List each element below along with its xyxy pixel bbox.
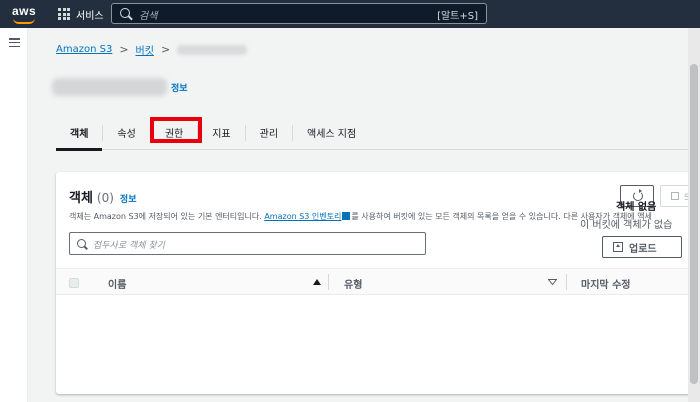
main-content: Amazon S3 > 버킷 > 정보 객체 속성 권한 지표 관리 액세스 지… bbox=[28, 28, 700, 402]
bucket-tabs: 객체 속성 권한 지표 관리 액세스 지점 bbox=[56, 116, 700, 151]
column-separator bbox=[566, 274, 567, 290]
search-placeholder: 검색 bbox=[139, 11, 158, 22]
services-grid-icon[interactable] bbox=[58, 8, 70, 20]
aws-smile-icon bbox=[13, 18, 35, 24]
search-shortcut-hint: [알트+S] bbox=[437, 11, 478, 22]
upload-icon bbox=[613, 242, 623, 252]
objects-panel-title: 객체 (0) 정보 bbox=[69, 187, 136, 206]
s3-inventory-link[interactable]: Amazon S3 인벤토리 bbox=[264, 212, 341, 221]
page-scrollbar[interactable] bbox=[688, 28, 700, 402]
breadcrumb-amazon-s3[interactable]: Amazon S3 bbox=[56, 44, 112, 55]
global-search-input[interactable]: 검색 [알트+S] bbox=[111, 3, 487, 24]
objects-info-link[interactable]: 정보 bbox=[120, 192, 137, 205]
breadcrumb-separator: > bbox=[160, 43, 171, 56]
services-menu-button[interactable]: 서비스 bbox=[76, 7, 104, 22]
breadcrumb-bucket-name-redacted bbox=[177, 44, 248, 55]
upload-button[interactable]: 업로드 bbox=[602, 236, 682, 258]
description-text-pre: 객체는 Amazon S3에 저장되어 있는 기본 엔터티입니다. bbox=[69, 212, 265, 221]
column-separator bbox=[328, 274, 329, 290]
select-all-checkbox[interactable] bbox=[69, 278, 79, 288]
empty-state-subtitle: 이 버킷에 객체가 없습 bbox=[580, 220, 673, 231]
tab-properties[interactable]: 속성 bbox=[103, 116, 149, 150]
sort-descending-icon[interactable] bbox=[548, 279, 557, 285]
breadcrumb-separator: > bbox=[119, 43, 129, 56]
external-link-icon bbox=[342, 212, 351, 220]
empty-state-title: 객체 없음 bbox=[616, 202, 657, 213]
search-icon bbox=[77, 239, 86, 248]
filter-placeholder: 접두사로 객체 찾기 bbox=[93, 241, 165, 251]
objects-panel: 객체 (0) 정보 S3 URI 복 객체는 Amazon S3에 저장되어 있… bbox=[56, 172, 700, 394]
page-title-row: 정보 bbox=[52, 78, 188, 96]
objects-heading: 객체 bbox=[69, 191, 93, 206]
tab-permissions[interactable]: 권한 bbox=[151, 116, 197, 150]
column-header-last-modified[interactable]: 마지막 수정 bbox=[581, 276, 630, 291]
column-header-name[interactable]: 이름 bbox=[108, 276, 126, 291]
aws-logo-text: aws bbox=[12, 4, 37, 18]
page-title-redacted bbox=[52, 78, 167, 96]
upload-label: 업로드 bbox=[629, 243, 657, 255]
aws-logo[interactable]: aws bbox=[10, 4, 44, 24]
left-side-rail bbox=[0, 28, 28, 402]
tab-objects[interactable]: 객체 bbox=[56, 116, 103, 151]
copy-icon bbox=[671, 192, 679, 200]
column-header-type[interactable]: 유형 bbox=[344, 276, 362, 291]
hamburger-menu-icon[interactable] bbox=[9, 38, 20, 48]
objects-count: (0) bbox=[96, 191, 114, 205]
breadcrumb: Amazon S3 > 버킷 > bbox=[56, 42, 248, 57]
page-scrollbar-thumb[interactable] bbox=[690, 64, 698, 384]
top-navigation-bar: aws 서비스 검색 [알트+S] bbox=[0, 0, 700, 28]
objects-description: 객체는 Amazon S3에 저장되어 있는 기본 엔터티입니다. Amazon… bbox=[69, 211, 652, 222]
browser-frame: aws 서비스 검색 [알트+S] Amazon S3 > 버킷 > 정보 객체… bbox=[0, 0, 700, 402]
tab-metrics[interactable]: 지표 bbox=[198, 116, 244, 150]
sort-ascending-icon[interactable] bbox=[313, 279, 321, 285]
tab-access-points[interactable]: 액세스 지점 bbox=[293, 116, 370, 150]
breadcrumb-buckets[interactable]: 버킷 bbox=[136, 42, 154, 57]
objects-table-header: 이름 유형 마지막 수정 bbox=[56, 268, 700, 295]
tab-management[interactable]: 관리 bbox=[246, 116, 292, 150]
header-info-link[interactable]: 정보 bbox=[171, 81, 188, 94]
search-icon bbox=[120, 8, 130, 18]
object-prefix-search-input[interactable]: 접두사로 객체 찾기 bbox=[69, 232, 426, 255]
